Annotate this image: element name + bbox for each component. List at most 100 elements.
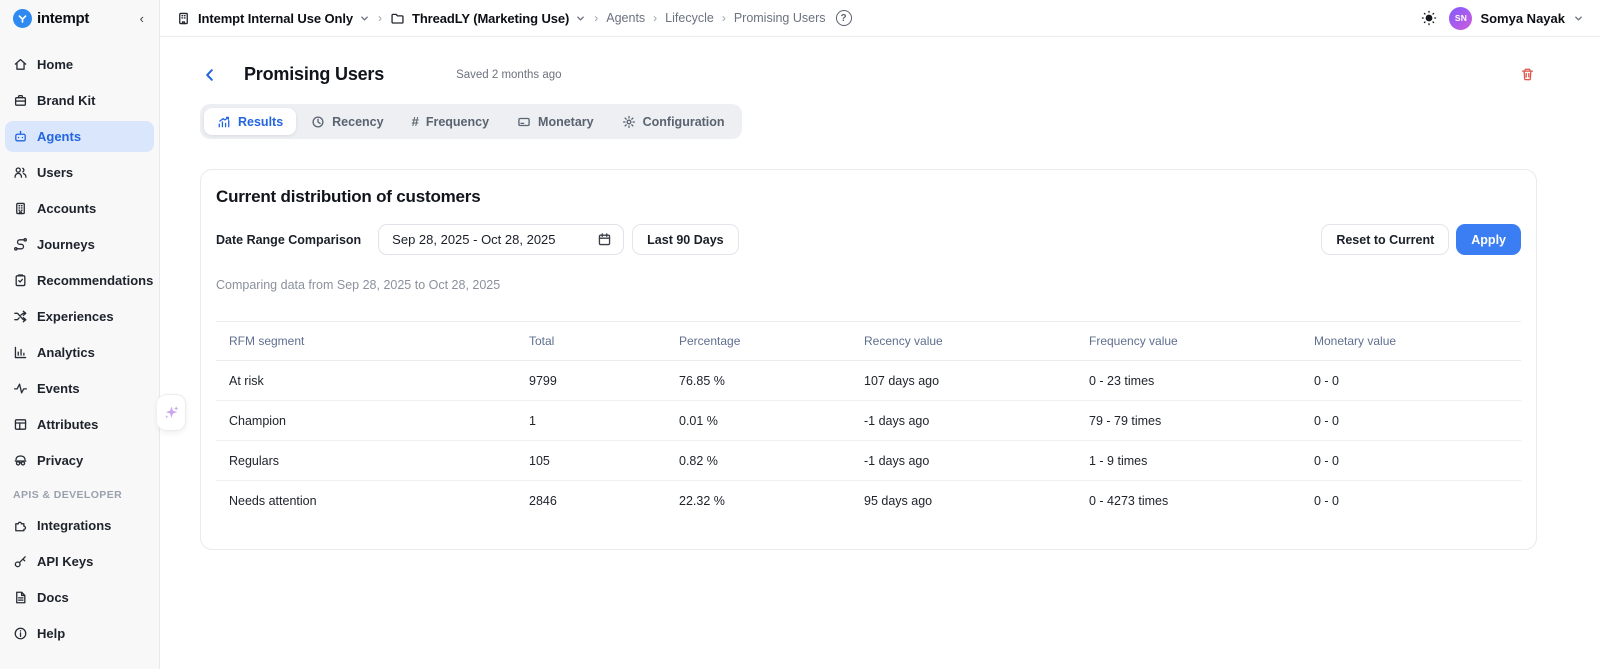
trash-icon bbox=[1521, 68, 1534, 81]
clock-icon bbox=[312, 115, 324, 128]
tab-configuration[interactable]: Configuration bbox=[609, 108, 738, 135]
theme-toggle-icon[interactable] bbox=[1421, 10, 1437, 26]
table-row-at-risk[interactable]: At risk 9799 76.85 % 107 days ago 0 - 23… bbox=[216, 361, 1521, 401]
cell-frequency: 79 - 79 times bbox=[1076, 400, 1301, 441]
sidebar-item-agents[interactable]: Agents bbox=[5, 121, 154, 152]
page-header: Promising Users Saved 2 months ago bbox=[200, 64, 1537, 85]
tab-frequency[interactable]: # Frequency bbox=[399, 108, 502, 135]
sidebar: intempt ‹ Home Brand Kit Agents Users Ac… bbox=[0, 0, 160, 669]
sidebar-item-accounts[interactable]: Accounts bbox=[5, 193, 154, 224]
tab-label: Configuration bbox=[642, 114, 725, 129]
tab-label: Recency bbox=[332, 114, 384, 129]
sidebar-item-api-keys[interactable]: API Keys bbox=[5, 546, 154, 577]
tab-results[interactable]: Results bbox=[204, 108, 297, 135]
cell-segment: Champion bbox=[216, 400, 516, 441]
breadcrumb-project[interactable]: ThreadLY (Marketing Use) bbox=[412, 11, 586, 26]
sidebar-item-label: Docs bbox=[37, 590, 69, 605]
chevron-down-icon bbox=[575, 13, 586, 24]
page-content: Promising Users Saved 2 months ago Resul… bbox=[160, 37, 1600, 669]
sidebar-item-users[interactable]: Users bbox=[5, 157, 154, 188]
app-window: intempt ‹ Home Brand Kit Agents Users Ac… bbox=[0, 0, 1600, 669]
chart-icon bbox=[218, 116, 230, 127]
reset-to-current-button[interactable]: Reset to Current bbox=[1321, 224, 1450, 255]
cell-frequency: 0 - 23 times bbox=[1089, 373, 1155, 388]
brand-logo[interactable]: intempt bbox=[13, 9, 137, 28]
cell-segment: At risk bbox=[229, 373, 264, 388]
table-row-regulars[interactable]: Regulars 105 0.82 % -1 days ago 1 - 9 ti… bbox=[216, 440, 1521, 481]
breadcrumb-lifecycle[interactable]: Lifecycle bbox=[665, 11, 714, 25]
user-menu[interactable]: SN Somya Nayak bbox=[1449, 6, 1584, 30]
date-controls: Date Range Comparison Sep 28, 2025 - Oct… bbox=[216, 224, 1521, 255]
back-button[interactable] bbox=[200, 65, 220, 85]
sidebar-item-attributes[interactable]: Attributes bbox=[5, 409, 154, 440]
sidebar-item-label: API Keys bbox=[37, 554, 94, 569]
chevron-down-icon bbox=[359, 13, 370, 24]
breadcrumb-agents[interactable]: Agents bbox=[606, 11, 645, 25]
org-name: Intempt Internal Use Only bbox=[198, 10, 353, 26]
table-header-row: RFM segment Total Percentage Recency val… bbox=[216, 321, 1521, 361]
column-header-monetary-value[interactable]: Monetary value bbox=[1301, 321, 1521, 361]
saved-status: Saved 2 months ago bbox=[456, 68, 562, 81]
sidebar-item-events[interactable]: Events bbox=[5, 373, 154, 404]
project-name: ThreadLY (Marketing Use) bbox=[411, 10, 570, 26]
cell-recency: 95 days ago bbox=[851, 480, 1076, 521]
sidebar-item-journeys[interactable]: Journeys bbox=[5, 229, 154, 260]
cell-monetary: 0 - 0 bbox=[1301, 440, 1521, 481]
card-title: Current distribution of customers bbox=[216, 187, 481, 206]
ai-assistant-fab[interactable] bbox=[157, 394, 186, 431]
sidebar-item-docs[interactable]: Docs bbox=[5, 582, 154, 613]
journeys-icon bbox=[14, 238, 27, 251]
integrations-icon bbox=[15, 521, 27, 532]
sidebar-item-experiences[interactable]: Experiences bbox=[5, 301, 154, 332]
last-90-days-button[interactable]: Last 90 Days bbox=[632, 224, 739, 255]
gear-icon bbox=[622, 115, 635, 128]
agents-icon bbox=[15, 130, 26, 142]
column-header-total[interactable]: Total bbox=[516, 321, 666, 361]
sidebar-item-label: Attributes bbox=[37, 417, 99, 432]
cell-total: 1 bbox=[516, 400, 666, 441]
tab-monetary[interactable]: Monetary bbox=[504, 108, 607, 135]
sparkles-icon bbox=[164, 406, 179, 419]
help-circle-icon[interactable]: ? bbox=[835, 10, 852, 26]
cell-monetary: 0 - 0 bbox=[1301, 480, 1521, 521]
breadcrumb-org[interactable]: Intempt Internal Use Only bbox=[198, 11, 370, 26]
help-icon bbox=[14, 627, 27, 640]
sidebar-item-help[interactable]: Help bbox=[5, 618, 154, 649]
sidebar-section-apis-developer: APIS & DEVELOPER bbox=[13, 489, 123, 501]
sidebar-item-label: Recommendations bbox=[37, 273, 154, 288]
rfm-table: RFM segment Total Percentage Recency val… bbox=[216, 321, 1521, 521]
table-row-champion[interactable]: Champion 1 0.01 % -1 days ago 79 - 79 ti… bbox=[216, 400, 1521, 441]
comparing-note: Comparing data from Sep 28, 2025 to Oct … bbox=[216, 278, 501, 292]
sidebar-nav: Home Brand Kit Agents Users Accounts Jou bbox=[0, 37, 159, 654]
sidebar-collapse-chevron-icon[interactable]: ‹ bbox=[137, 10, 147, 27]
intempt-logo-icon bbox=[13, 9, 32, 28]
sidebar-item-label: Privacy bbox=[37, 453, 84, 468]
recommendations-icon bbox=[15, 274, 26, 287]
sidebar-item-analytics[interactable]: Analytics bbox=[5, 337, 154, 368]
apply-button[interactable]: Apply bbox=[1456, 224, 1521, 255]
sidebar-item-integrations[interactable]: Integrations bbox=[5, 510, 154, 541]
sidebar-item-home[interactable]: Home bbox=[5, 49, 154, 80]
sidebar-item-label: Home bbox=[37, 57, 74, 72]
tab-label: Frequency bbox=[425, 114, 490, 129]
column-header-frequency-value[interactable]: Frequency value bbox=[1076, 321, 1301, 361]
table-row-needs-attention[interactable]: Needs attention 2846 22.32 % 95 days ago… bbox=[216, 480, 1521, 521]
delete-button[interactable] bbox=[1518, 65, 1537, 84]
tab-label: Monetary bbox=[538, 114, 594, 129]
brand-name: intempt bbox=[37, 10, 90, 27]
privacy-icon bbox=[14, 455, 27, 466]
date-range-input[interactable]: Sep 28, 2025 - Oct 28, 2025 bbox=[378, 224, 625, 255]
sidebar-item-brand-kit[interactable]: Brand Kit bbox=[5, 85, 154, 116]
sidebar-item-privacy[interactable]: Privacy bbox=[5, 445, 154, 476]
cell-recency: 107 days ago bbox=[864, 373, 940, 388]
sidebar-item-recommendations[interactable]: Recommendations bbox=[5, 265, 154, 296]
breadcrumb-separator: › bbox=[653, 11, 658, 25]
calendar-icon bbox=[598, 233, 611, 246]
sidebar-item-label: Brand Kit bbox=[37, 93, 96, 108]
tab-recency[interactable]: Recency bbox=[298, 108, 396, 135]
accounts-icon bbox=[16, 202, 25, 215]
cell-recency: -1 days ago bbox=[851, 400, 1076, 441]
column-header-recency-value[interactable]: Recency value bbox=[851, 321, 1076, 361]
column-header-rfm-segment[interactable]: RFM segment bbox=[216, 321, 516, 361]
column-header-percentage[interactable]: Percentage bbox=[666, 321, 851, 361]
